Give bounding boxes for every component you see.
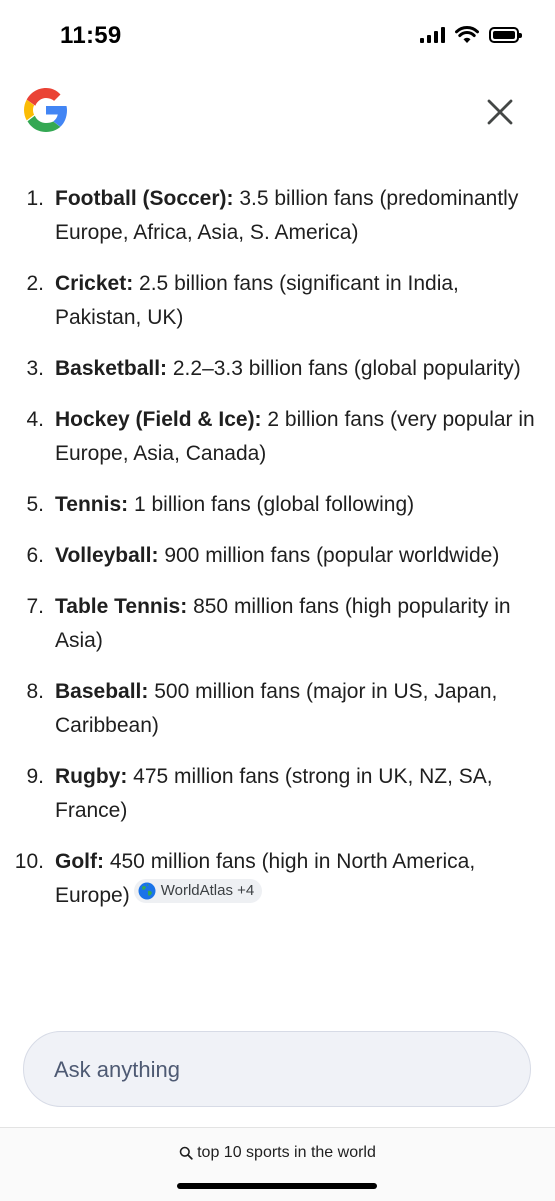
answer-list: 1. Football (Soccer): 3.5 billion fans (p… (0, 182, 555, 930)
item-name: Tennis: (55, 493, 129, 516)
close-button[interactable] (480, 92, 520, 132)
home-indicator[interactable] (177, 1183, 377, 1189)
list-item: 10. Golf: 450 million fans (high in North… (0, 845, 555, 913)
item-name: Baseball: (55, 680, 149, 703)
item-number: 7. (26, 595, 44, 618)
source-chip[interactable]: WorldAtlas +4 (133, 879, 263, 903)
source-chip-label: WorldAtlas +4 (160, 882, 255, 899)
close-icon (487, 99, 513, 125)
cellular-signal-icon (420, 27, 445, 43)
item-number: 3. (26, 357, 44, 380)
item-number: 1. (26, 187, 44, 210)
google-g-icon[interactable] (22, 86, 70, 134)
item-name: Football (Soccer): (55, 187, 234, 210)
item-number: 2. (26, 272, 44, 295)
item-name: Rugby: (55, 765, 128, 788)
query-chip[interactable]: top 10 sports in the world (0, 1144, 555, 1162)
item-description: 1 billion fans (global following) (128, 493, 415, 516)
list-item: 5. Tennis: 1 billion fans (global followi… (0, 488, 555, 522)
item-name: Golf: (55, 850, 104, 873)
list-item: 4. Hockey (Field & Ice): 2 billion fans (… (0, 403, 555, 471)
status-icons (420, 26, 522, 44)
ask-input[interactable] (52, 1032, 496, 1108)
list-item: 9. Rugby: 475 million fans (strong in UK,… (0, 760, 555, 828)
item-description: 2.2–3.3 billion fans (global popularity) (167, 357, 521, 380)
item-number: 5. (26, 493, 44, 516)
item-description: 450 million fans (high in North America,… (55, 850, 476, 907)
status-time: 11:59 (60, 22, 122, 49)
status-bar: 11:59 (0, 0, 555, 72)
list-item: 2. Cricket: 2.5 billion fans (significant… (0, 267, 555, 335)
list-item: 8. Baseball: 500 million fans (major in U… (0, 675, 555, 743)
query-text: top 10 sports in the world (197, 1144, 376, 1161)
item-name: Table Tennis: (55, 595, 188, 618)
ask-bar[interactable] (23, 1031, 531, 1108)
battery-icon (489, 27, 522, 43)
item-name: Cricket: (55, 272, 134, 295)
item-number: 10. (14, 850, 44, 873)
item-number: 9. (26, 765, 44, 788)
wifi-icon (455, 26, 479, 43)
item-number: 6. (26, 544, 44, 567)
query-footer: top 10 sports in the world (0, 1127, 555, 1201)
search-icon (179, 1146, 193, 1160)
item-name: Basketball: (55, 357, 168, 380)
list-item: 7. Table Tennis: 850 million fans (high p… (0, 590, 555, 658)
list-item: 3. Basketball: 2.2–3.3 billion fans (glob… (0, 352, 555, 386)
item-name: Volleyball: (55, 544, 159, 567)
item-description: 900 million fans (popular worldwide) (158, 544, 500, 567)
item-number: 8. (26, 680, 44, 703)
list-item: 1. Football (Soccer): 3.5 billion fans (p… (0, 182, 555, 250)
list-item: 6. Volleyball: 900 million fans (popular … (0, 539, 555, 573)
item-name: Hockey (Field & Ice): (55, 408, 262, 431)
globe-icon (138, 882, 156, 900)
item-number: 4. (26, 408, 44, 431)
